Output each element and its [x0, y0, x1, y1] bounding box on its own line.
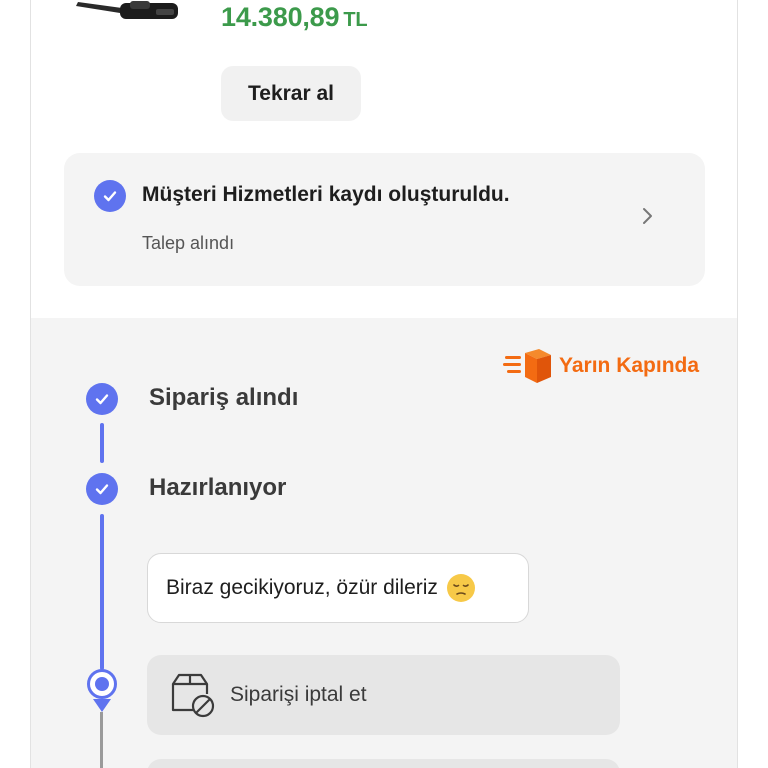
- delay-message: Biraz gecikiyoruz, özür dileriz: [147, 553, 529, 623]
- check-icon: [94, 180, 126, 212]
- cancel-order-button[interactable]: Siparişi iptal et: [147, 655, 620, 735]
- support-card-title: Müşteri Hizmetleri kaydı oluşturuldu.: [142, 183, 510, 206]
- page-border-right: [737, 0, 738, 768]
- current-step-indicator: [87, 669, 117, 699]
- chevron-right-icon[interactable]: [638, 205, 656, 227]
- reorder-button[interactable]: Tekrar al: [221, 66, 361, 121]
- cancel-order-label: Siparişi iptal et: [230, 683, 367, 706]
- step-label: Hazırlanıyor: [149, 474, 287, 501]
- current-step-pointer: [93, 699, 111, 712]
- product-price: 14.380,89 TL: [221, 2, 368, 33]
- pensive-face-emoji: [446, 574, 475, 602]
- step-completed-icon: [86, 473, 118, 505]
- delay-message-text: Biraz gecikiyoruz, özür dileriz: [166, 576, 438, 599]
- fast-delivery-box-icon: [503, 349, 551, 383]
- price-value: 14.380,89: [221, 2, 340, 32]
- delivery-badge-label: Yarın Kapında: [559, 354, 700, 377]
- step-label: Sipariş alındı: [149, 384, 299, 411]
- progress-line: [100, 423, 104, 463]
- step-completed-icon: [86, 383, 118, 415]
- pending-line: [100, 712, 103, 768]
- support-card-subtitle: Talep alındı: [142, 233, 235, 253]
- price-currency: TL: [343, 9, 368, 31]
- progress-line: [100, 514, 104, 670]
- box-cancel-icon: [171, 673, 215, 718]
- next-action-button[interactable]: [147, 759, 620, 768]
- delivery-badge: Yarın Kapında: [503, 347, 699, 385]
- customer-service-record-card[interactable]: Müşteri Hizmetleri kaydı oluşturuldu. Ta…: [64, 153, 705, 286]
- vacuum-product-image: [76, 1, 178, 19]
